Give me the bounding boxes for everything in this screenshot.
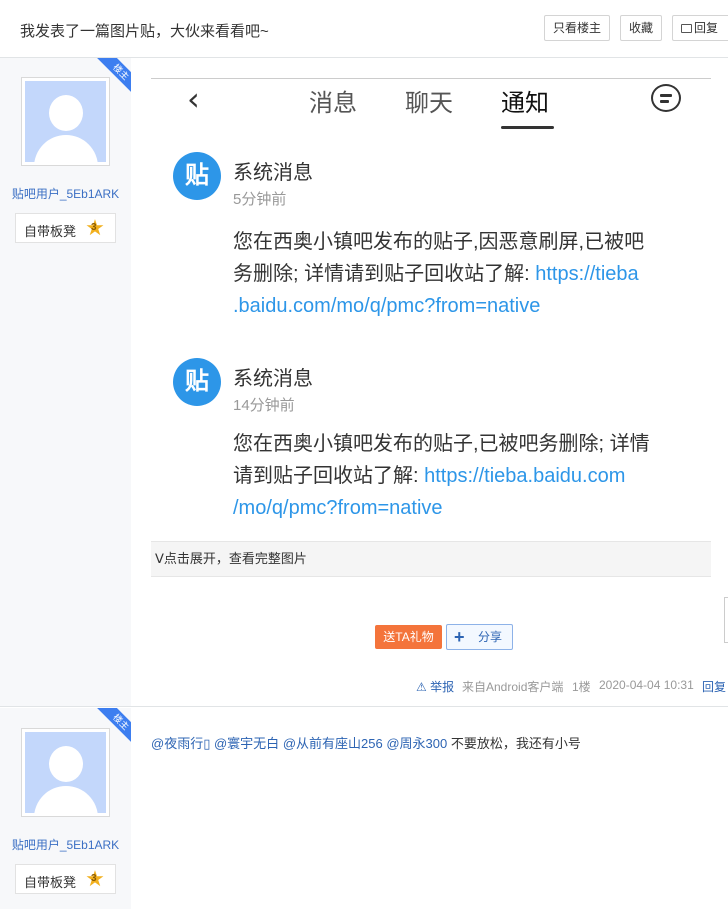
tieba-logo-icon: 贴 bbox=[173, 152, 221, 200]
report-label: 举报 bbox=[430, 680, 455, 694]
mention-link[interactable]: @周永300 bbox=[386, 736, 447, 751]
author-name[interactable]: 贴吧用户_5Eb1ARK bbox=[0, 836, 131, 853]
author-name[interactable]: 贴吧用户_5Eb1ARK bbox=[0, 185, 131, 202]
floor-reply-link[interactable]: 回复 bbox=[702, 678, 726, 695]
badge-text: 自带板凳 bbox=[24, 224, 77, 239]
reply-button-label: 回复 bbox=[694, 21, 719, 35]
chat-bubble-icon bbox=[651, 84, 681, 112]
tab-chat: 聊天 bbox=[405, 90, 453, 117]
plus-icon: + bbox=[454, 627, 465, 647]
author-sidebar: 楼主 贴吧用户_5Eb1ARK 自带板凳 ★ 3 bbox=[0, 58, 131, 706]
badge-level: 3 bbox=[91, 873, 97, 884]
back-arrow-icon: ‹ bbox=[187, 80, 200, 118]
reply-button[interactable]: 回复 bbox=[672, 15, 728, 41]
default-avatar-icon bbox=[25, 732, 106, 813]
author-sidebar: 楼主 贴吧用户_5Eb1ARK 自带板凳 ★ 3 bbox=[0, 708, 131, 909]
floor-number: 1楼 bbox=[572, 680, 591, 694]
favorite-button[interactable]: 收藏 bbox=[620, 15, 662, 41]
side-float-box bbox=[724, 597, 728, 643]
message-time: 14分钟前 bbox=[233, 397, 295, 414]
post-source: 来自Android客户端 bbox=[462, 680, 564, 694]
post-image[interactable]: ‹ 消息 聊天 通知 贴 系统消息 5分钟前 您在西奥小镇吧发布的贴子,因恶意刷… bbox=[151, 78, 711, 577]
message-time: 5分钟前 bbox=[233, 191, 287, 208]
share-button[interactable]: + 分享 bbox=[446, 624, 513, 650]
tab-messages: 消息 bbox=[309, 90, 357, 117]
tab-notifications: 通知 bbox=[501, 90, 549, 117]
badge-text: 自带板凳 bbox=[24, 875, 77, 890]
post-text: 不要放松，我还有小号 bbox=[447, 736, 581, 751]
active-tab-underline bbox=[501, 126, 554, 129]
send-gift-button[interactable]: 送TA礼物 bbox=[375, 625, 442, 649]
expand-image-button[interactable]: ᐯ点击展开，查看完整图片 bbox=[151, 541, 711, 577]
report-link[interactable]: ⚠ 举报 bbox=[416, 678, 454, 695]
thread-header: 我发表了一篇图片贴，大伙来看看吧~ 只看楼主 收藏 回复 bbox=[0, 0, 728, 58]
mention-link[interactable]: @从前有座山256 bbox=[283, 736, 383, 751]
default-avatar-icon bbox=[25, 81, 106, 162]
message-title: 系统消息 bbox=[233, 368, 313, 390]
message-body: 您在西奥小镇吧发布的贴子,已被吧务删除; 详情 请到贴子回收站了解: https… bbox=[233, 433, 650, 519]
message-title: 系统消息 bbox=[233, 162, 313, 184]
level-badge[interactable]: 自带板凳 ★ 3 bbox=[15, 213, 116, 243]
mention-link[interactable]: @夜雨行▯ bbox=[151, 736, 210, 751]
thread-title: 我发表了一篇图片贴，大伙来看看吧~ bbox=[20, 23, 269, 40]
avatar[interactable] bbox=[21, 728, 110, 817]
warning-icon: ⚠ bbox=[416, 680, 427, 694]
post-datetime: 2020-04-04 10:31 bbox=[599, 678, 694, 692]
post-content: @夜雨行▯ @寰宇无白 @从前有座山256 @周永300 不要放松，我还有小号 bbox=[151, 733, 581, 752]
avatar[interactable] bbox=[21, 77, 110, 166]
level-badge[interactable]: 自带板凳 ★ 3 bbox=[15, 864, 116, 894]
badge-level: 3 bbox=[91, 222, 97, 233]
message-body: 您在西奥小镇吧发布的贴子,因恶意刷屏,已被吧 务删除; 详情请到贴子回收站了解:… bbox=[233, 231, 645, 317]
mention-link[interactable]: @寰宇无白 bbox=[214, 736, 279, 751]
comment-icon bbox=[681, 24, 692, 33]
share-label: 分享 bbox=[478, 630, 503, 644]
tieba-logo-icon: 贴 bbox=[173, 358, 221, 406]
only-op-button[interactable]: 只看楼主 bbox=[544, 15, 610, 41]
